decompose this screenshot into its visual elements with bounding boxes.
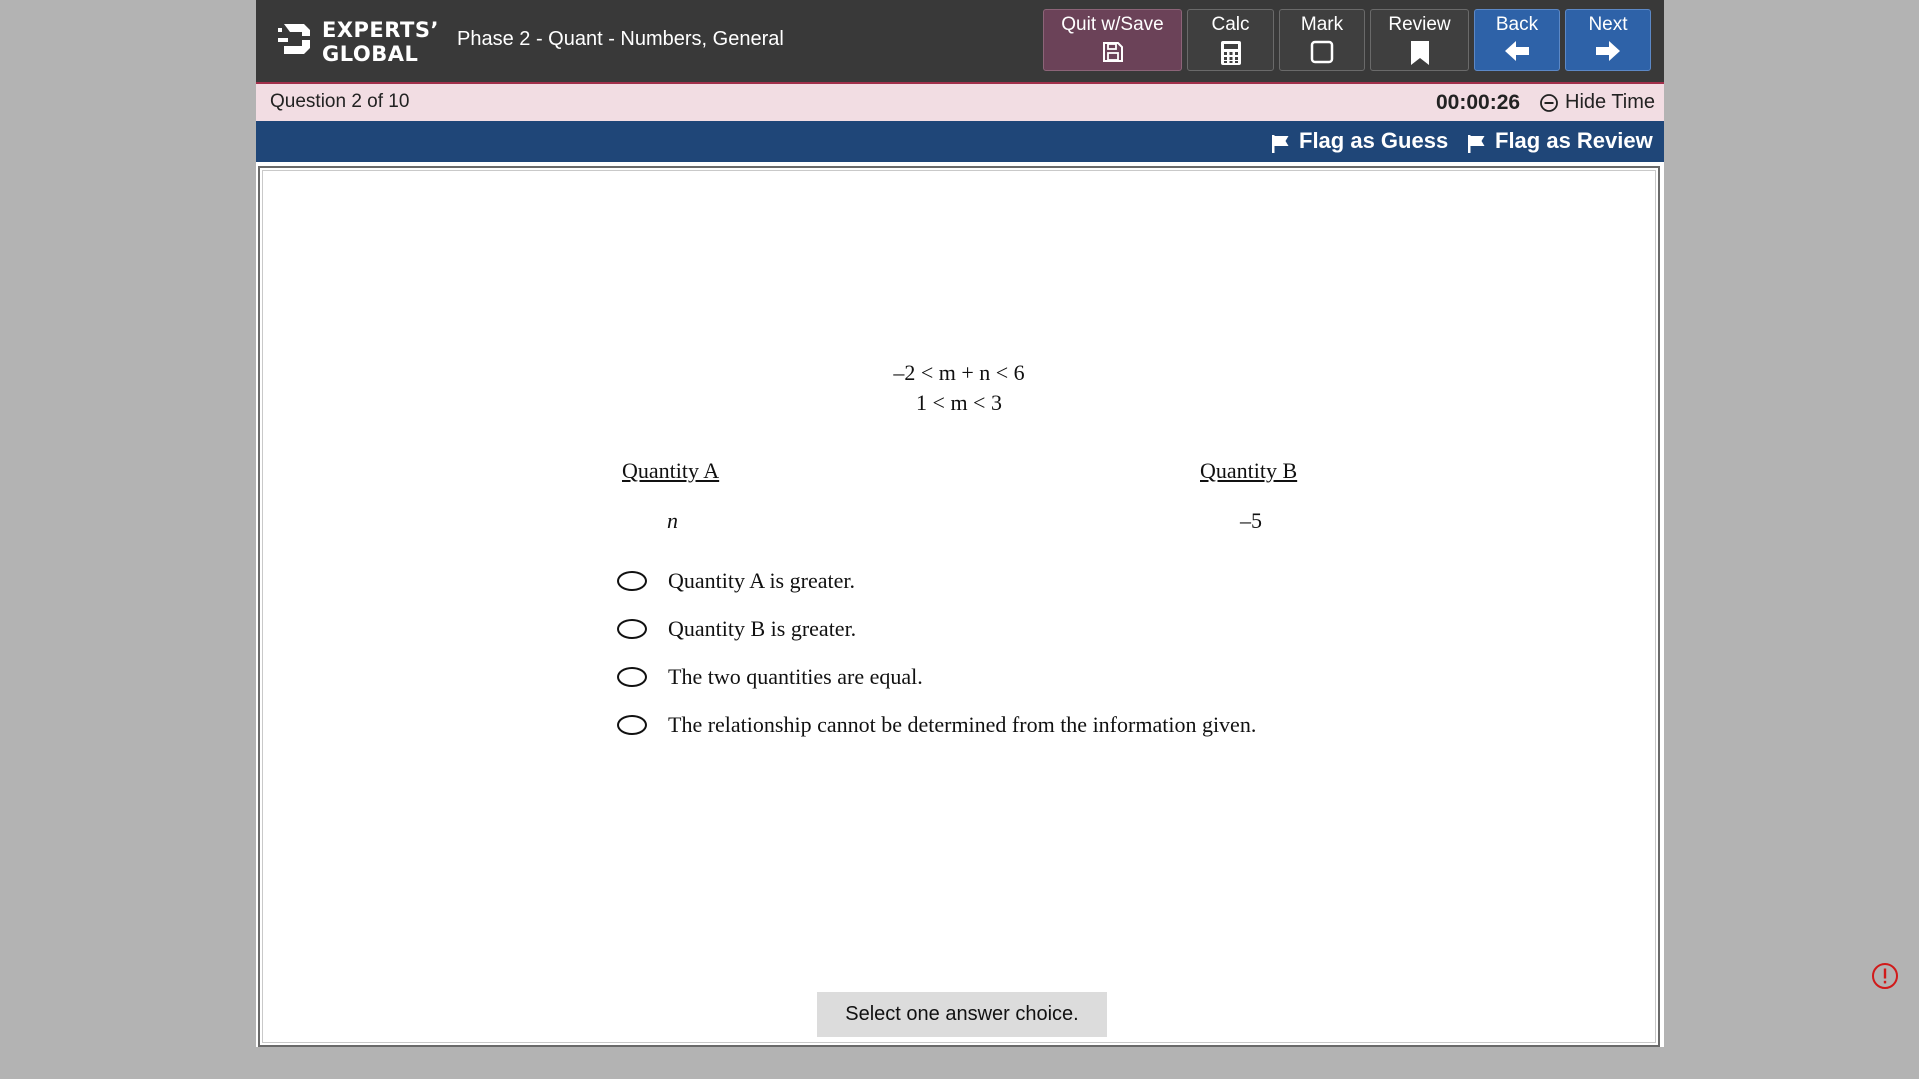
- logo-line2: GLOBAL: [322, 42, 419, 66]
- radio-button[interactable]: [617, 571, 647, 591]
- logo-line1: EXPERTS’: [322, 18, 439, 42]
- mark-label: Mark: [1300, 14, 1344, 35]
- page-title: Phase 2 - Quant - Numbers, General: [457, 28, 784, 50]
- calculator-icon: [1220, 41, 1241, 65]
- alert-icon[interactable]: [1871, 962, 1899, 990]
- flag-icon: [1468, 135, 1485, 153]
- answer-choice-text: Quantity B is greater.: [668, 616, 857, 641]
- review-button[interactable]: Review: [1370, 9, 1469, 71]
- question-counter: Question 2 of 10: [270, 91, 410, 112]
- quantity-b-heading: Quantity B: [1200, 458, 1298, 483]
- condition-2: 1 < m < 3: [916, 390, 1002, 415]
- quit-save-label: Quit w/Save: [1061, 14, 1164, 35]
- logo-mark-icon: [278, 24, 310, 54]
- exam-window: EXPERTS’ GLOBAL Phase 2 - Quant - Number…: [256, 0, 1664, 1047]
- radio-button[interactable]: [617, 667, 647, 687]
- logo: EXPERTS’ GLOBAL: [278, 16, 438, 66]
- next-label: Next: [1588, 14, 1628, 35]
- answer-choice-text: The relationship cannot be determined fr…: [668, 712, 1257, 737]
- question-status-bar: Question 2 of 10 00:00:26 Hide Time: [256, 84, 1664, 121]
- calc-label: Calc: [1211, 14, 1250, 35]
- flag-as-review-label: Flag as Review: [1495, 128, 1653, 153]
- flag-as-guess-label: Flag as Guess: [1299, 128, 1449, 153]
- calculator-button[interactable]: Calc: [1187, 9, 1274, 71]
- checkbox-icon: [1310, 40, 1334, 64]
- radio-button[interactable]: [617, 715, 647, 735]
- hide-time-label: Hide Time: [1565, 91, 1656, 113]
- answer-choice-text: The two quantities are equal.: [668, 664, 923, 689]
- quantity-b-value: –5: [1240, 508, 1262, 533]
- hide-time-toggle[interactable]: Hide Time: [1539, 91, 1655, 114]
- condition-1: –2 < m + n < 6: [893, 360, 1025, 385]
- back-button[interactable]: Back: [1474, 9, 1560, 71]
- header-bar: EXPERTS’ GLOBAL Phase 2 - Quant - Number…: [256, 0, 1664, 84]
- bookmark-icon: [1410, 41, 1429, 65]
- answer-choice[interactable]: Quantity B is greater.: [617, 615, 1317, 649]
- flag-icon: [1272, 135, 1289, 153]
- minus-circle-icon: [1540, 94, 1558, 112]
- answer-choice[interactable]: The relationship cannot be determined fr…: [617, 711, 1317, 745]
- instruction-hint: Select one answer choice.: [817, 992, 1107, 1037]
- radio-button[interactable]: [617, 619, 647, 639]
- question-panel: –2 < m + n < 6 1 < m < 3 Quantity A Quan…: [258, 166, 1660, 1047]
- back-label: Back: [1495, 14, 1539, 35]
- quantity-a-value: n: [667, 508, 678, 533]
- answer-choice-text: Quantity A is greater.: [668, 568, 855, 593]
- answer-choice[interactable]: The two quantities are equal.: [617, 663, 1317, 697]
- review-label: Review: [1388, 14, 1451, 35]
- flag-as-guess-button[interactable]: Flag as Guess: [1271, 128, 1448, 154]
- flag-as-review-button[interactable]: Flag as Review: [1467, 128, 1653, 154]
- mark-button[interactable]: Mark: [1279, 9, 1365, 71]
- quantity-a-heading: Quantity A: [622, 458, 720, 483]
- timer: 00:00:26: [1436, 91, 1521, 114]
- next-button[interactable]: Next: [1565, 9, 1651, 71]
- arrow-left-icon: [1505, 41, 1529, 61]
- quit-save-button[interactable]: Quit w/Save: [1043, 9, 1182, 71]
- arrow-right-icon: [1596, 41, 1620, 61]
- save-icon: [1102, 42, 1123, 62]
- flag-bar: Flag as Guess Flag as Review: [256, 121, 1664, 162]
- answer-choice[interactable]: Quantity A is greater.: [617, 567, 1317, 601]
